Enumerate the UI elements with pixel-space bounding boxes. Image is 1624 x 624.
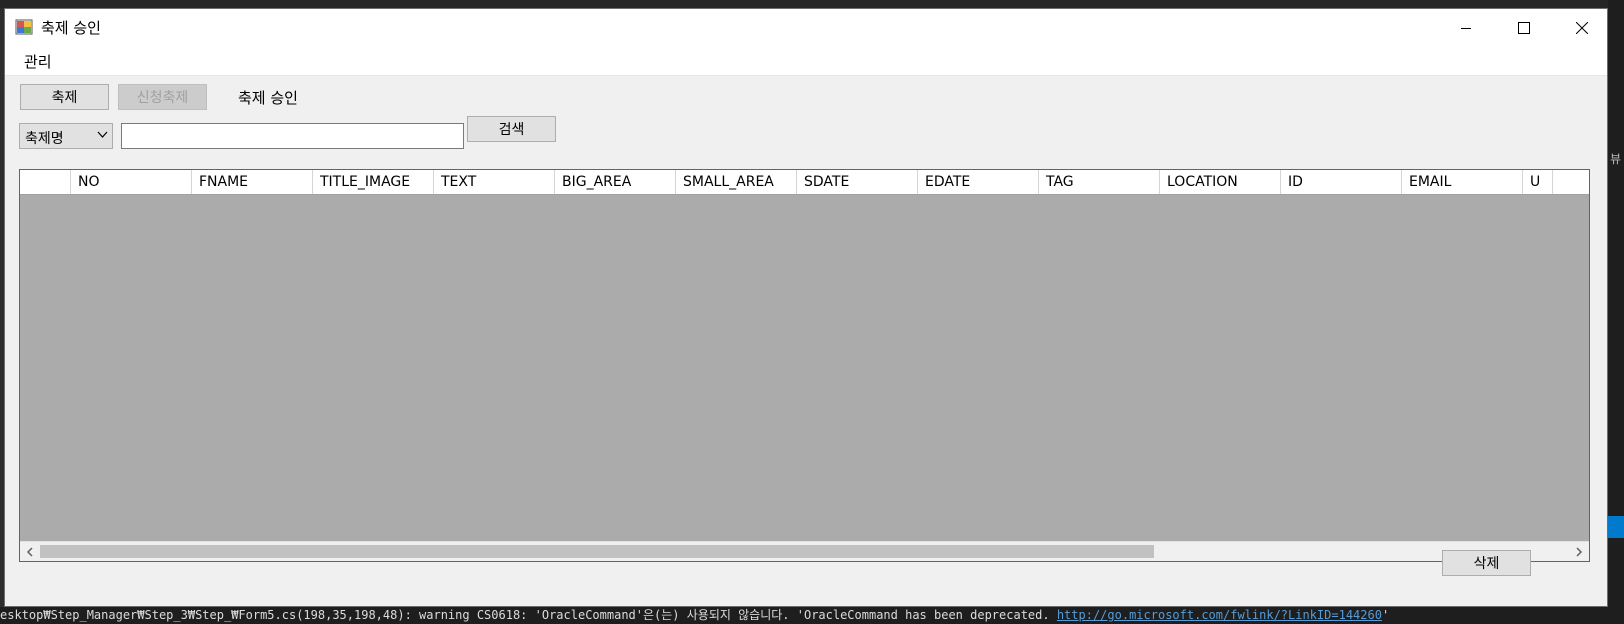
title-bar: 축제 승인 [5,9,1607,47]
ide-right-panel: 뷰 [1608,0,1624,624]
menu-bar: 관리 [5,47,1607,76]
festival-grid[interactable]: NO FNAME TITLE_IMAGE TEXT BIG_AREA SMALL… [19,169,1590,562]
search-field-value: 축제명 [25,131,64,147]
column-header-text[interactable]: TEXT [434,170,555,194]
column-header-big-area[interactable]: BIG_AREA [555,170,676,194]
search-input[interactable] [121,123,464,149]
ide-blue-tab [1608,516,1624,538]
scroll-left-button[interactable] [20,542,40,561]
ide-side-mark: 뷰 [1610,152,1622,166]
chevron-down-icon [97,131,108,138]
output-console-line: esktop₩Step_Manager₩Step_3₩Step_₩Form5.c… [0,607,1624,624]
festival-approval-window: 축제 승인 관리 축제 신청축제 축제 승인 축제명 검색 NO FNAME T… [4,8,1608,607]
minimize-icon [1461,28,1471,29]
applied-festival-button: 신청축제 [118,84,207,110]
window-title: 축제 승인 [41,19,101,37]
console-text: esktop₩Step_Manager₩Step_3₩Step_₩Form5.c… [0,608,1057,622]
column-header-no[interactable]: NO [71,170,192,194]
chevron-left-icon [26,546,33,557]
grid-header: NO FNAME TITLE_IMAGE TEXT BIG_AREA SMALL… [20,170,1589,195]
row-header-corner[interactable] [20,170,71,194]
column-header-small-area[interactable]: SMALL_AREA [676,170,797,194]
scroll-right-button[interactable] [1569,542,1589,561]
console-tail: ' [1381,608,1390,622]
column-header-location[interactable]: LOCATION [1160,170,1281,194]
column-header-partial[interactable]: U [1523,170,1553,194]
maximize-button[interactable] [1495,9,1553,47]
horizontal-scrollbar[interactable] [20,541,1589,561]
menu-item-manage[interactable]: 관리 [21,51,55,72]
column-header-email[interactable]: EMAIL [1402,170,1523,194]
maximize-icon [1518,22,1530,34]
close-button[interactable] [1553,9,1611,47]
column-header-fname[interactable]: FNAME [192,170,313,194]
column-header-id[interactable]: ID [1281,170,1402,194]
search-field-select[interactable]: 축제명 [19,123,113,149]
section-label: 축제 승인 [238,89,298,107]
column-header-sdate[interactable]: SDATE [797,170,918,194]
app-icon [15,19,33,35]
minimize-button[interactable] [1437,9,1495,47]
scroll-thumb[interactable] [40,545,1154,558]
search-button[interactable]: 검색 [467,116,556,142]
column-header-tag[interactable]: TAG [1039,170,1160,194]
column-header-title-image[interactable]: TITLE_IMAGE [313,170,434,194]
ide-background-strip [0,0,1624,8]
festival-button[interactable]: 축제 [20,84,109,110]
close-icon [1576,22,1588,34]
column-header-edate[interactable]: EDATE [918,170,1039,194]
console-link[interactable]: http://go.microsoft.com/fwlink/?LinkID=1… [1057,608,1382,622]
chevron-right-icon [1576,546,1583,557]
delete-button[interactable]: 삭제 [1442,550,1531,576]
